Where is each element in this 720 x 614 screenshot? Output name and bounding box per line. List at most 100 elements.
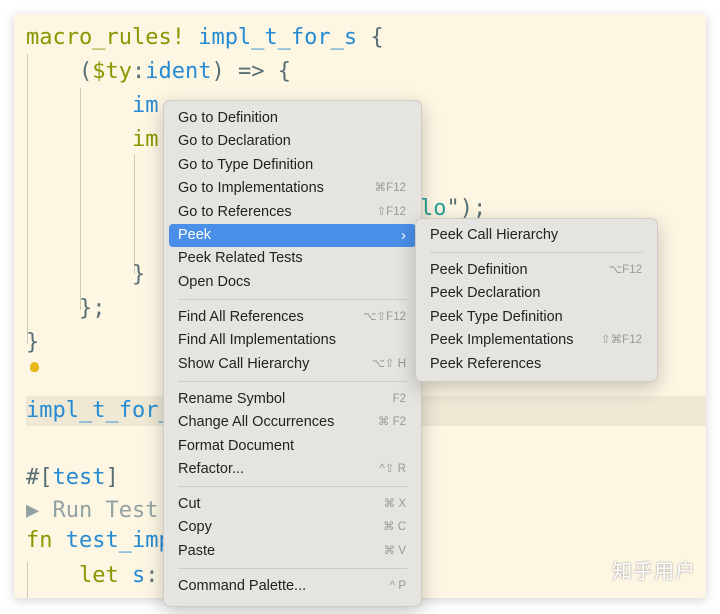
shortcut-hint: ⇧F12 <box>377 201 406 224</box>
code-line: ($ty:ident) => { <box>26 57 291 87</box>
fn-keyword: fn <box>26 528 53 553</box>
menu-item-label: Go to Definition <box>178 110 278 126</box>
menu-item-go-to-implementations[interactable]: Go to Implementations ⌘F12 <box>169 177 416 200</box>
fn-name: test_imp <box>53 528 172 553</box>
menu-item-find-all-implementations[interactable]: Find All Implementations <box>169 329 416 352</box>
menu-item-go-to-definition[interactable]: Go to Definition <box>169 107 416 130</box>
menu-item-copy[interactable]: Copy ⌘ C <box>169 516 416 539</box>
shortcut-hint: ⌘ X <box>384 493 406 516</box>
code-line: fn test_imp <box>26 526 172 556</box>
brace: { <box>357 25 384 50</box>
shortcut-hint: ⌘ F2 <box>378 411 406 434</box>
menu-item-go-to-declaration[interactable]: Go to Declaration <box>169 130 416 153</box>
menu-item-find-all-references[interactable]: Find All References ⌥⇧F12 <box>169 306 416 329</box>
menu-item-peek-declaration[interactable]: Peek Declaration <box>421 282 652 305</box>
indent-guide <box>134 154 135 274</box>
menu-item-go-to-references[interactable]: Go to References ⇧F12 <box>169 201 416 224</box>
menu-item-label: Peek Type Definition <box>430 309 563 325</box>
shortcut-hint: ^ P <box>390 575 406 598</box>
menu-item-peek-related-tests[interactable]: Peek Related Tests <box>169 247 416 270</box>
menu-item-label: Open Docs <box>178 274 251 290</box>
run-test-codelens[interactable]: ▶ Run Test | <box>26 496 185 526</box>
macro-keyword: macro_rules! <box>26 25 185 50</box>
chevron-right-icon: › <box>401 224 406 247</box>
menu-item-go-to-type-definition[interactable]: Go to Type Definition <box>169 154 416 177</box>
code-line: im <box>26 125 158 155</box>
menu-item-peek-definition[interactable]: Peek Definition ⌥F12 <box>421 259 652 282</box>
menu-item-label: Go to Implementations <box>178 180 324 196</box>
code-line: impl_t_for_ <box>26 396 172 426</box>
attr-name: test <box>53 465 106 490</box>
peek-submenu: Peek Call HierarchyPeek Definition⌥F12Pe… <box>415 218 658 382</box>
menu-item-label: Refactor... <box>178 461 244 477</box>
shortcut-hint: ⌥F12 <box>609 259 642 282</box>
menu-item-label: Peek Implementations <box>430 332 573 348</box>
menu-item-peek[interactable]: Peek › <box>169 224 416 247</box>
menu-item-change-all-occurrences[interactable]: Change All Occurrences ⌘ F2 <box>169 411 416 434</box>
shortcut-hint: ⌘ V <box>384 540 406 563</box>
menu-item-label: Find All Implementations <box>178 332 336 348</box>
menu-item-refactor[interactable]: Refactor... ^⇧ R <box>169 458 416 481</box>
menu-item-label: Copy <box>178 519 212 535</box>
shortcut-hint: ⇧⌘F12 <box>601 329 642 352</box>
shortcut-hint: ⌥⇧F12 <box>363 306 406 329</box>
menu-item-label: Go to Type Definition <box>178 157 313 173</box>
var-name: s <box>119 563 146 588</box>
arrow: ) => { <box>211 59 290 84</box>
shortcut-hint: F2 <box>393 388 406 411</box>
menu-item-command-palette[interactable]: Command Palette...^ P <box>169 575 416 598</box>
fragment: ident <box>145 59 211 84</box>
menu-item-format-document[interactable]: Format Document <box>169 435 416 458</box>
menu-item-label: Peek References <box>430 356 541 372</box>
menu-item-label: Paste <box>178 543 215 559</box>
menu-item-paste[interactable]: Paste ⌘ V <box>169 540 416 563</box>
code-line: } <box>26 260 145 290</box>
shortcut-hint: ⌘ C <box>383 516 406 539</box>
menu-item-label: Peek Call Hierarchy <box>430 227 558 243</box>
macro-name: impl_t_for_s <box>185 25 357 50</box>
menu-item-peek-call-hierarchy[interactable]: Peek Call Hierarchy <box>421 224 652 247</box>
menu-item-peek-references[interactable]: Peek References <box>421 353 652 376</box>
menu-separator <box>178 486 407 487</box>
menu-item-peek-implementations[interactable]: Peek Implementations ⇧⌘F12 <box>421 329 652 352</box>
menu-separator <box>178 568 407 569</box>
attr: #[ <box>26 465 53 490</box>
shortcut-hint: ⌘F12 <box>375 177 406 200</box>
menu-separator <box>178 299 407 300</box>
menu-item-show-call-hierarchy[interactable]: Show Call Hierarchy⌥⇧ H <box>169 353 416 376</box>
code-line: } <box>26 328 39 358</box>
lightbulb-icon[interactable] <box>30 362 39 372</box>
menu-item-open-docs[interactable]: Open Docs <box>169 271 416 294</box>
menu-item-label: Show Call Hierarchy <box>178 356 309 372</box>
menu-item-label: Rename Symbol <box>178 391 285 407</box>
let-keyword: let <box>26 563 119 588</box>
menu-item-label: Go to References <box>178 204 292 220</box>
menu-item-label: Peek Declaration <box>430 285 540 301</box>
menu-item-peek-type-definition[interactable]: Peek Type Definition <box>421 306 652 329</box>
menu-item-label: Peek <box>178 227 211 243</box>
code-line: im <box>26 91 158 121</box>
colon: : <box>132 59 145 84</box>
code-line: #[test] <box>26 463 119 493</box>
code-line: }; <box>26 294 105 324</box>
menu-item-label: Cut <box>178 496 201 512</box>
menu-item-label: Peek Definition <box>430 262 528 278</box>
menu-item-cut[interactable]: Cut ⌘ X <box>169 493 416 516</box>
menu-item-label: Find All References <box>178 309 304 325</box>
context-menu: Go to Definition Go to Declaration Go to T… <box>163 100 422 607</box>
paren: ( <box>26 59 92 84</box>
colon: : <box>145 563 158 588</box>
code-line: let s: <box>26 561 158 591</box>
watermark: 知乎用户 <box>612 555 696 584</box>
menu-item-label: Peek Related Tests <box>178 250 303 266</box>
menu-separator <box>430 252 643 253</box>
shortcut-hint: ^⇧ R <box>379 458 406 481</box>
menu-item-label: Format Document <box>178 438 294 454</box>
menu-item-rename-symbol[interactable]: Rename Symbol F2 <box>169 388 416 411</box>
metavar: $ty <box>92 59 132 84</box>
attr: ] <box>105 465 118 490</box>
code-line: macro_rules! impl_t_for_s { <box>26 23 384 53</box>
menu-item-label: Change All Occurrences <box>178 414 334 430</box>
menu-separator <box>178 381 407 382</box>
menu-item-label: Go to Declaration <box>178 133 291 149</box>
